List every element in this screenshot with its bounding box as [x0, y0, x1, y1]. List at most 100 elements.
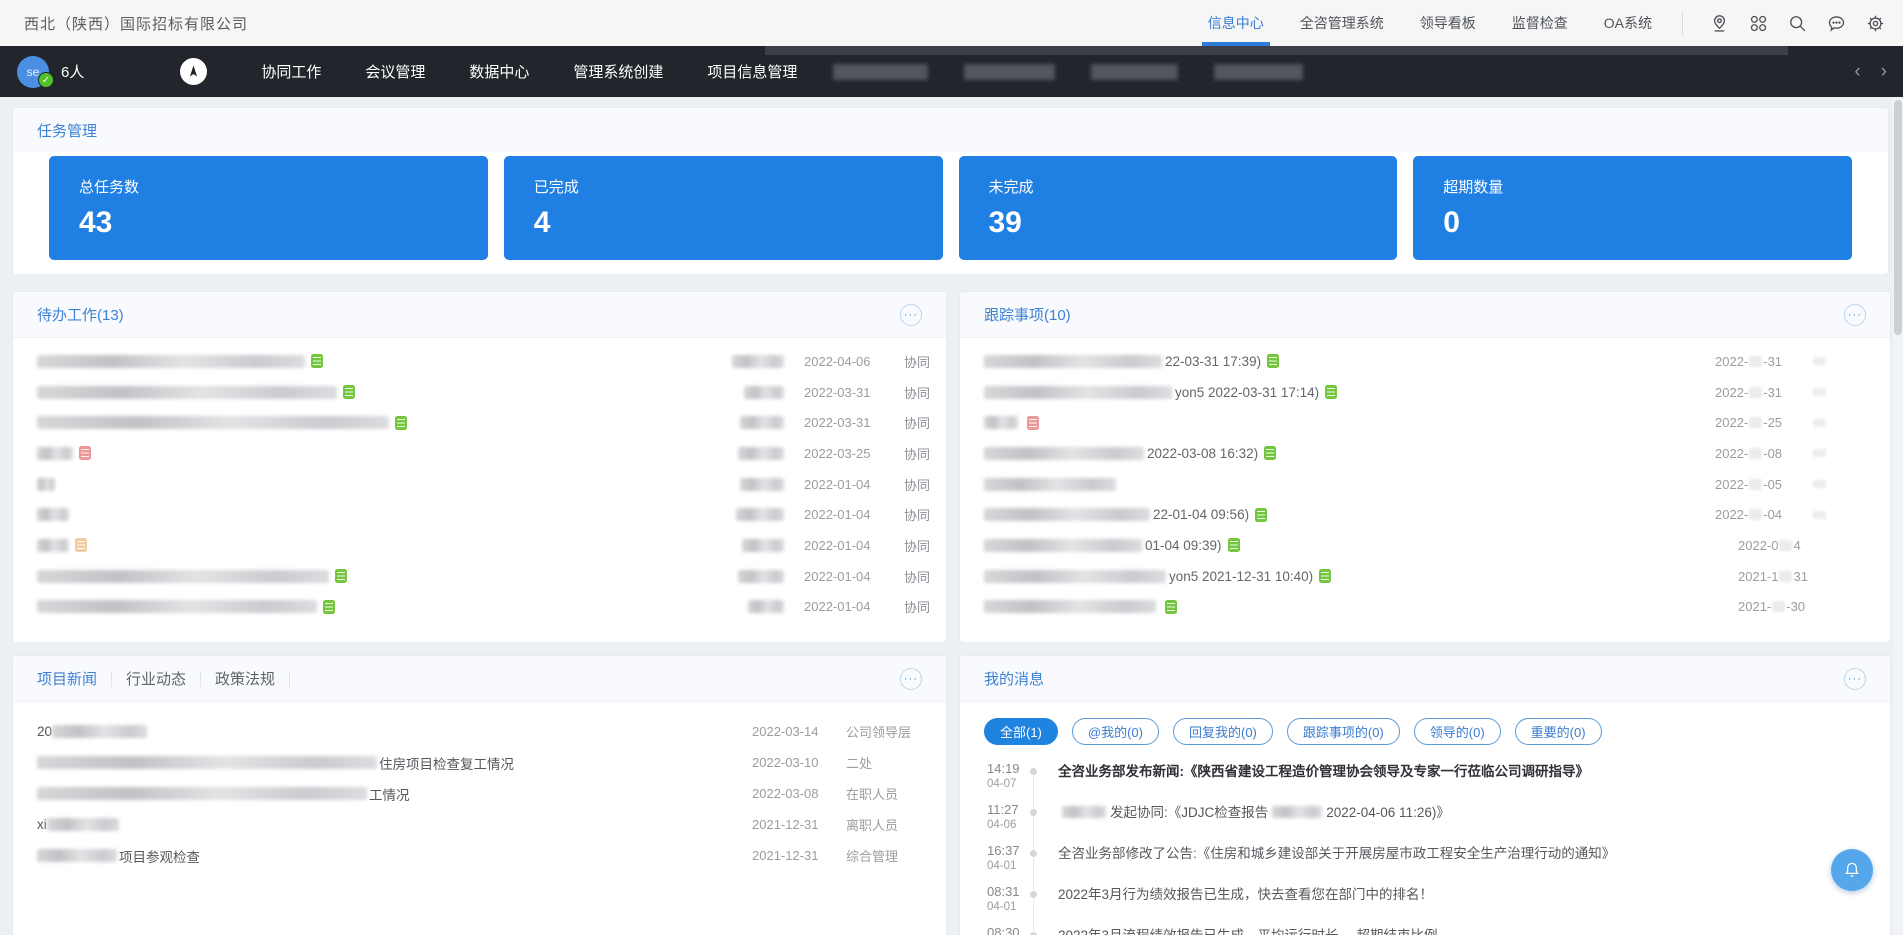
tracking-item[interactable]: 22-03-31 17:39) 2022- -31 — [984, 346, 1874, 377]
blurred-tab[interactable] — [1091, 64, 1178, 80]
filter-pill[interactable]: 重要的(0) — [1515, 718, 1602, 745]
bell-icon — [1842, 860, 1862, 880]
task-stat-card[interactable]: 总任务数 43 — [49, 156, 488, 260]
news-tab[interactable]: 政策法规 — [215, 668, 275, 689]
blurred-tab[interactable] — [833, 64, 928, 80]
tracking-item[interactable]: 22-01-04 09:56) 2022- -04 — [984, 499, 1874, 530]
top-nav-link[interactable]: 全咨管理系统 — [1300, 0, 1384, 46]
news-tab[interactable]: 行业动态 — [126, 668, 186, 689]
more-icon[interactable]: ··· — [1844, 304, 1866, 326]
type-tag: 协同 — [896, 475, 930, 494]
todo-item[interactable]: 2022-01-04 协同 — [37, 530, 930, 561]
location-icon[interactable] — [1707, 11, 1731, 35]
title-fragment: 项目参观检查 — [119, 846, 200, 866]
navigation-arrow-icon[interactable] — [180, 58, 207, 85]
gear-icon[interactable] — [1863, 11, 1887, 35]
blurred-tab[interactable] — [964, 64, 1055, 80]
task-stat-card[interactable]: 超期数量 0 — [1413, 156, 1852, 260]
tracking-item[interactable]: 2021- -30 — [984, 592, 1874, 623]
filter-pill[interactable]: 全部(1) — [984, 718, 1058, 745]
item-timestamp: 22-01-04 09:56) — [1153, 507, 1249, 522]
message-time: 08:30 04-01 — [960, 925, 1033, 935]
nav-menu-item[interactable]: 会议管理 — [365, 61, 425, 82]
news-item[interactable]: xi 2021-12-31 离职人员 — [37, 809, 930, 840]
todo-item[interactable]: 2022-04-06 协同 — [37, 346, 930, 377]
redacted-mark — [1813, 511, 1826, 519]
filter-pill[interactable]: 领导的(0) — [1414, 718, 1501, 745]
nav-menu-item[interactable]: 项目信息管理 — [707, 61, 797, 82]
filter-pill[interactable]: @我的(0) — [1072, 718, 1159, 745]
tracking-item[interactable]: yon5 2022-03-31 17:14) 2022- -31 — [984, 377, 1874, 408]
news-item[interactable]: 住房项目检查复工情况 2022-03-10 二处 — [37, 747, 930, 778]
redacted-title — [37, 600, 317, 613]
todo-item[interactable]: 2022-01-04 协同 — [37, 499, 930, 530]
blurred-tab[interactable] — [1214, 64, 1303, 80]
message-item[interactable]: 08:30 04-01 2022年3月流程绩效报告已生成。平均运行时长-，超期结… — [960, 925, 1890, 935]
top-nav-link[interactable]: 信息中心 — [1208, 0, 1264, 46]
news-item[interactable]: 20 2022-03-14 公司领导层 — [37, 716, 930, 747]
news-item[interactable]: 项目参观检查 2021-12-31 综合管理 — [37, 840, 930, 871]
tracking-panel-header: 跟踪事项(10) ··· — [960, 292, 1890, 338]
task-stat-card[interactable]: 已完成 4 — [504, 156, 943, 260]
todo-item[interactable]: 2022-03-31 协同 — [37, 377, 930, 408]
message-item[interactable]: 14:19 04-07 全咨业务部发布新闻:《陕西省建设工程造价管理协会领导及专… — [960, 761, 1890, 802]
tracking-item[interactable]: yon5 2021-12-31 10:40) 2021-1 31 — [984, 561, 1874, 592]
title-fragment: 20 — [37, 724, 52, 739]
message-item[interactable]: 11:27 04-06 发起协同:《JDJC检查报告2022-04-06 11:… — [960, 802, 1890, 843]
apps-icon[interactable] — [1746, 11, 1770, 35]
message-item[interactable]: 16:37 04-01 全咨业务部修改了公告:《住房和城乡建设部关于开展房屋市政… — [960, 843, 1890, 884]
item-timestamp: 22-03-31 17:39) — [1165, 354, 1261, 369]
due-date: 2022- -31 — [1715, 385, 1803, 400]
redacted-mark — [1813, 357, 1826, 365]
date: 04-07 — [987, 777, 1033, 791]
redacted-title — [37, 416, 389, 429]
stat-label: 超期数量 — [1443, 176, 1852, 197]
news-item[interactable]: 工情况 2022-03-08 在职人员 — [37, 778, 930, 809]
tracking-item[interactable]: 2022-03-08 16:32) 2022- -08 — [984, 438, 1874, 469]
todo-item[interactable]: 2022-01-04 协同 — [37, 592, 930, 623]
task-panel-header: 任务管理 — [13, 108, 1888, 152]
redacted-title — [37, 849, 117, 862]
more-icon[interactable]: ··· — [900, 668, 922, 690]
top-nav-link[interactable]: 领导看板 — [1420, 0, 1476, 46]
more-icon[interactable]: ··· — [1844, 668, 1866, 690]
filter-pill[interactable]: 跟踪事项的(0) — [1287, 718, 1400, 745]
redacted-owner — [738, 447, 784, 460]
redacted-title — [37, 508, 69, 521]
redacted-mark — [1813, 419, 1826, 427]
blurred-strip — [765, 46, 1788, 55]
nav-menu-item[interactable]: 管理系统创建 — [573, 61, 663, 82]
attachment-icon — [1228, 538, 1240, 552]
todo-item[interactable]: 2022-01-04 协同 — [37, 561, 930, 592]
more-icon[interactable]: ··· — [900, 304, 922, 326]
nav-menu-item[interactable]: 协同工作 — [261, 61, 321, 82]
task-stat-card[interactable]: 未完成 39 — [959, 156, 1398, 260]
message-item[interactable]: 08:31 04-01 2022年3月行为绩效报告已生成，快去查看您在部门中的排… — [960, 884, 1890, 925]
todo-item[interactable]: 2022-01-04 协同 — [37, 469, 930, 500]
tracking-list: 22-03-31 17:39) 2022- -31 yon5 2022-03-3… — [960, 338, 1890, 622]
publish-date: 2021-12-31 — [752, 817, 822, 832]
tracking-item[interactable]: 2022- -25 — [984, 407, 1874, 438]
attachment-icon — [335, 569, 347, 583]
filter-pill[interactable]: 回复我的(0) — [1173, 718, 1273, 745]
stat-value: 4 — [534, 206, 943, 240]
title-fragment: 工情况 — [369, 784, 410, 804]
nav-menu-item[interactable]: 数据中心 — [469, 61, 529, 82]
search-icon[interactable] — [1785, 11, 1809, 35]
todo-item[interactable]: 2022-03-31 协同 — [37, 407, 930, 438]
redacted-date-part — [1749, 509, 1762, 520]
chevron-right-icon[interactable]: › — [1881, 62, 1887, 81]
type-tag: 协同 — [896, 383, 930, 402]
scrollbar-thumb[interactable] — [1894, 100, 1902, 335]
tracking-item[interactable]: 01-04 09:39) 2022-0 4 — [984, 530, 1874, 561]
notifications-fab[interactable] — [1831, 849, 1873, 891]
time: 14:19 — [987, 761, 1033, 777]
tracking-item[interactable]: 2022- -05 — [984, 469, 1874, 500]
news-tab[interactable]: 项目新闻 — [37, 668, 97, 689]
chat-icon[interactable] — [1824, 11, 1848, 35]
redacted-date-part — [1749, 479, 1762, 490]
chevron-left-icon[interactable]: ‹ — [1854, 62, 1860, 81]
top-nav-link[interactable]: OA系统 — [1604, 0, 1652, 46]
todo-item[interactable]: 2022-03-25 协同 — [37, 438, 930, 469]
top-nav-link[interactable]: 监督检查 — [1512, 0, 1568, 46]
